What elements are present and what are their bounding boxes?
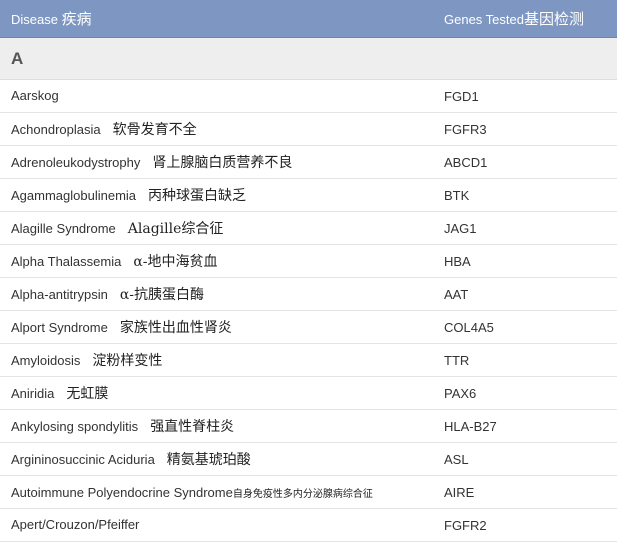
disease-name: Adrenoleukodystrophy bbox=[11, 155, 141, 170]
header-disease-zh: 疾病 bbox=[61, 10, 92, 28]
disease-cell: Aniridia 无虹膜 bbox=[0, 383, 444, 403]
table-row: Alport Syndrome 家族性出血性肾炎 COL4A5 bbox=[0, 311, 617, 344]
disease-gene-table: Disease 疾病 Genes Tested基因检测 A Aarskog FGD… bbox=[0, 0, 617, 542]
table-row: Ankylosing spondylitis 强直性脊柱炎 HLA-B27 bbox=[0, 410, 617, 443]
gene-cell: PAX6 bbox=[444, 385, 477, 401]
table-row: Alpha Thalassemia α-地中海贫血 HBA bbox=[0, 245, 617, 278]
table-row: Alpha-antitrypsin α-抗胰蛋白酶 AAT bbox=[0, 278, 617, 311]
disease-name: Alpha Thalassemia bbox=[11, 254, 122, 269]
disease-name-zh: 丙种球蛋白缺乏 bbox=[148, 188, 247, 204]
disease-name: Alport Syndrome bbox=[11, 320, 108, 335]
gene-cell: COL4A5 bbox=[444, 319, 494, 335]
gene-cell: FGFR2 bbox=[444, 517, 487, 533]
disease-cell: Apert/Crouzon/Pfeiffer bbox=[0, 517, 444, 533]
disease-name-zh: α-抗胰蛋白酶 bbox=[119, 287, 205, 303]
table-row: Autoimmune Polyendocrine Syndrome自身免疫性多内… bbox=[0, 476, 617, 509]
disease-name-zh: 精氨基琥珀酸 bbox=[166, 452, 251, 468]
disease-cell: Agammaglobulinemia 丙种球蛋白缺乏 bbox=[0, 185, 444, 205]
gene-cell: TTR bbox=[444, 352, 470, 368]
disease-name: Alpha-antitrypsin bbox=[11, 287, 108, 302]
table-row: Agammaglobulinemia 丙种球蛋白缺乏 BTK bbox=[0, 179, 617, 212]
disease-name: Amyloidosis bbox=[11, 353, 81, 368]
disease-name: Alagille Syndrome bbox=[11, 221, 116, 236]
disease-name-zh: 肾上腺脑白质营养不良 bbox=[152, 155, 293, 171]
header-disease-en: Disease bbox=[11, 12, 58, 27]
table-row: Achondroplasia 软骨发育不全 FGFR3 bbox=[0, 113, 617, 146]
gene-cell: AIRE bbox=[444, 484, 475, 500]
header-disease: Disease 疾病 bbox=[0, 8, 444, 29]
table-row: Amyloidosis 淀粉样变性 TTR bbox=[0, 344, 617, 377]
disease-name-zh: 自身免疫性多内分泌腺病综合征 bbox=[232, 488, 373, 500]
disease-name: Agammaglobulinemia bbox=[11, 188, 137, 203]
disease-name-zh: 无虹膜 bbox=[66, 386, 109, 402]
gene-cell: FGD1 bbox=[444, 88, 479, 104]
disease-name-zh: 软骨发育不全 bbox=[112, 122, 197, 138]
table-row: Argininosuccinic Aciduria 精氨基琥珀酸 ASL bbox=[0, 443, 617, 476]
disease-name-zh: 淀粉样变性 bbox=[92, 353, 163, 369]
disease-cell: Adrenoleukodystrophy 肾上腺脑白质营养不良 bbox=[0, 152, 444, 172]
gene-cell: ABCD1 bbox=[444, 154, 488, 170]
disease-name: Autoimmune Polyendocrine Syndrome bbox=[11, 484, 233, 500]
table-row: Alagille Syndrome Alagille综合征 JAG1 bbox=[0, 212, 617, 245]
table-row: Apert/Crouzon/Pfeiffer FGFR2 bbox=[0, 509, 617, 542]
gene-cell: FGFR3 bbox=[444, 121, 487, 137]
disease-name: Apert/Crouzon/Pfeiffer bbox=[11, 517, 140, 532]
disease-name-zh: Alagille综合征 bbox=[127, 221, 224, 237]
disease-cell: Ankylosing spondylitis 强直性脊柱炎 bbox=[0, 416, 444, 436]
disease-cell: Aarskog bbox=[0, 88, 444, 104]
gene-cell: BTK bbox=[444, 187, 470, 203]
disease-cell: Alport Syndrome 家族性出血性肾炎 bbox=[0, 317, 444, 337]
disease-cell: Autoimmune Polyendocrine Syndrome自身免疫性多内… bbox=[0, 485, 444, 500]
disease-cell: Alpha-antitrypsin α-抗胰蛋白酶 bbox=[0, 284, 444, 304]
table-row: Aarskog FGD1 bbox=[0, 80, 617, 113]
table-row: Aniridia 无虹膜 PAX6 bbox=[0, 377, 617, 410]
header-genes-en: Genes Tested bbox=[444, 12, 524, 27]
gene-cell: JAG1 bbox=[444, 220, 477, 236]
gene-cell: AAT bbox=[444, 286, 469, 302]
disease-cell: Argininosuccinic Aciduria 精氨基琥珀酸 bbox=[0, 449, 444, 469]
section-letter: A bbox=[11, 48, 24, 68]
table-row: Adrenoleukodystrophy 肾上腺脑白质营养不良 ABCD1 bbox=[0, 146, 617, 179]
disease-cell: Amyloidosis 淀粉样变性 bbox=[0, 350, 444, 370]
header-genes-zh: 基因检测 bbox=[523, 10, 584, 28]
gene-cell: ASL bbox=[444, 451, 469, 467]
disease-name-zh: 强直性脊柱炎 bbox=[150, 419, 235, 435]
disease-name: Achondroplasia bbox=[11, 122, 101, 137]
disease-name: Aarskog bbox=[11, 88, 59, 103]
header-genes: Genes Tested基因检测 bbox=[444, 8, 617, 29]
disease-name: Aniridia bbox=[11, 386, 55, 401]
table-header: Disease 疾病 Genes Tested基因检测 bbox=[0, 0, 617, 38]
disease-name: Argininosuccinic Aciduria bbox=[11, 452, 155, 467]
disease-name: Ankylosing spondylitis bbox=[11, 419, 139, 434]
disease-name-zh: 家族性出血性肾炎 bbox=[119, 320, 232, 336]
disease-cell: Alpha Thalassemia α-地中海贫血 bbox=[0, 251, 444, 271]
disease-name-zh: α-地中海贫血 bbox=[133, 254, 218, 270]
disease-cell: Alagille Syndrome Alagille综合征 bbox=[0, 218, 444, 238]
section-letter-a: A bbox=[0, 38, 617, 80]
disease-cell: Achondroplasia 软骨发育不全 bbox=[0, 119, 444, 139]
gene-cell: HBA bbox=[444, 253, 471, 269]
gene-cell: HLA-B27 bbox=[444, 418, 497, 434]
